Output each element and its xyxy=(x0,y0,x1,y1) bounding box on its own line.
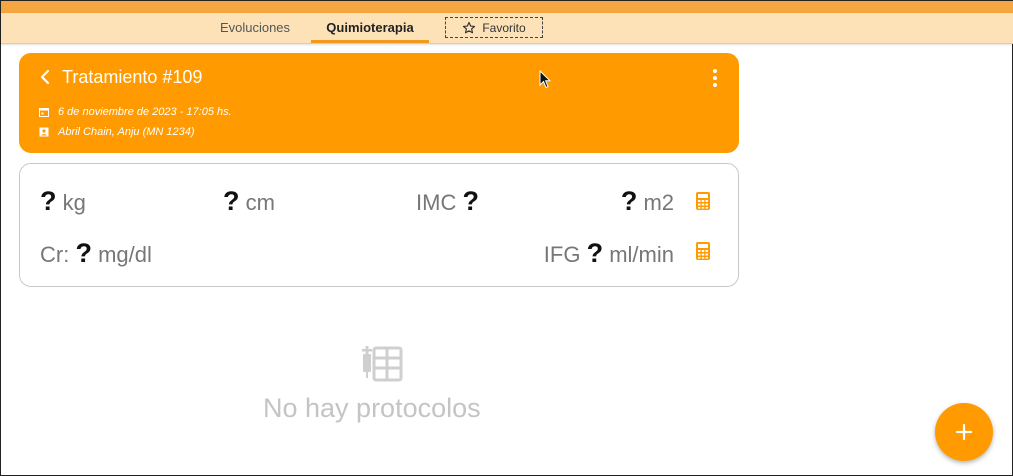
treatment-header-card: Tratamiento #109 6 de noviembre de 2023 … xyxy=(19,53,739,153)
empty-state-text: No hay protocolos xyxy=(263,393,481,423)
contact-card-icon xyxy=(39,127,49,137)
tab-bar: Evoluciones Quimioterapia Favorito xyxy=(1,13,1013,44)
body-surface-stat: ? m2 xyxy=(620,186,674,216)
favorite-button[interactable]: Favorito xyxy=(445,17,543,38)
height-stat: ? cm xyxy=(223,186,275,216)
protocol-table-icon xyxy=(362,346,403,382)
plus-icon xyxy=(955,423,973,441)
treatment-doctor: Abril Chain, Anju (MN 1234) xyxy=(58,126,195,138)
mouse-cursor-icon xyxy=(539,70,551,89)
calculator-icon[interactable] xyxy=(696,242,710,260)
more-options-icon[interactable] xyxy=(709,69,721,89)
treatment-doctor-row: Abril Chain, Anju (MN 1234) xyxy=(39,126,195,138)
calculator-icon[interactable] xyxy=(696,192,710,210)
treatment-date: 6 de noviembre de 2023 - 17:05 hs. xyxy=(58,106,232,118)
top-strip xyxy=(1,1,1013,13)
add-protocol-button[interactable] xyxy=(935,403,993,461)
imc-stat: IMC ? xyxy=(416,186,479,216)
weight-stat: ? kg xyxy=(40,186,86,216)
tab-quimioterapia[interactable]: Quimioterapia xyxy=(311,13,429,43)
favorite-label: Favorito xyxy=(482,20,526,35)
treatment-title: Tratamiento #109 xyxy=(62,67,203,87)
treatment-date-row: 6 de noviembre de 2023 - 17:05 hs. xyxy=(39,106,232,118)
tab-evoluciones[interactable]: Evoluciones xyxy=(213,13,297,43)
creatinine-stat: Cr: ? mg/dl xyxy=(40,238,152,268)
calendar-icon xyxy=(39,108,49,117)
ifg-stat: IFG ? ml/min xyxy=(543,238,674,268)
star-outline-icon xyxy=(463,21,476,33)
back-chevron-icon[interactable] xyxy=(37,69,53,85)
patient-measurements-card: ? kg ? cm IMC ? ? m2 Cr: ? mg/dl IFG ? m… xyxy=(19,163,739,287)
